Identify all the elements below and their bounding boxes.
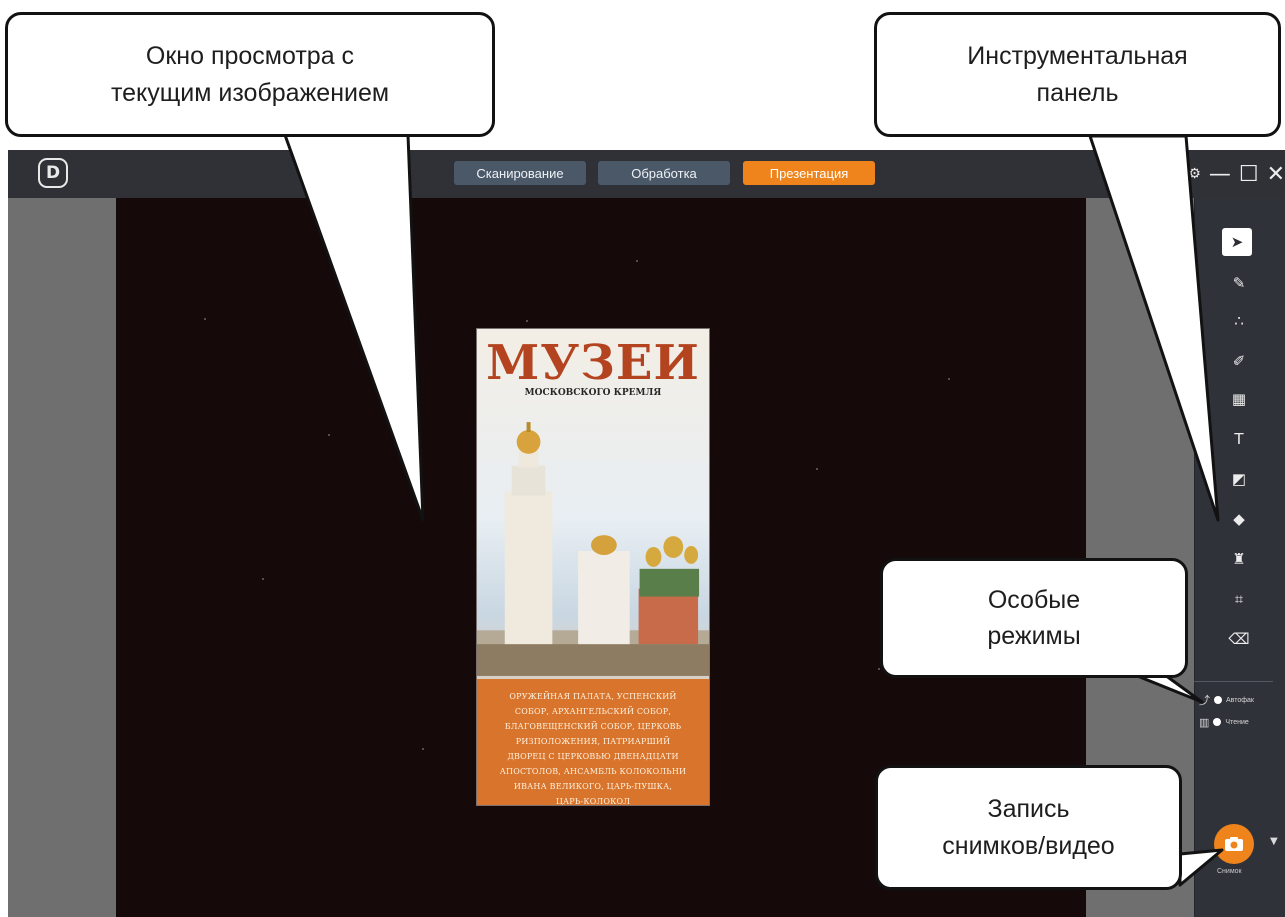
- titlebar: D Сканирование Обработка Презентация ⚙ —…: [8, 150, 1285, 198]
- description-line: АПОСТОЛОВ, АНСАМБЛЬ КОЛОКОЛЬНИ: [499, 767, 687, 776]
- clear-icon[interactable]: ⌫: [1222, 624, 1256, 654]
- callout-toolbar: Инструментальная панель: [874, 12, 1281, 137]
- callout-capture: Запись снимков/видео: [875, 765, 1182, 890]
- description-line: ОРУЖЕЙНАЯ ПАЛАТА, УСПЕНСКИЙ: [509, 692, 677, 701]
- minimize-icon[interactable]: —: [1209, 162, 1231, 187]
- kremlin-illustration: [477, 422, 709, 676]
- mosaic-icon[interactable]: ▦: [1222, 384, 1256, 414]
- document-subtitle: МОСКОВСКОГО КРЕМЛЯ: [524, 388, 662, 398]
- mode-label: Чтение: [1225, 718, 1249, 726]
- description-line: ДВОРЕЦ С ЦЕРКОВЬЮ ДВЕНАДЦАТИ: [507, 752, 679, 761]
- mode-reading[interactable]: ▥ Чтение: [1199, 714, 1249, 730]
- description-line: СОБОР, АРХАНГЕЛЬСКИЙ СОБОР,: [514, 707, 672, 716]
- toggle-indicator[interactable]: [1214, 696, 1222, 704]
- pointer-icon[interactable]: ➤: [1222, 228, 1252, 256]
- mode-label: Автофак: [1226, 696, 1254, 704]
- description-line: ЦАРЬ-КОЛОКОЛ: [555, 797, 631, 806]
- current-image: МУЗЕИ МОСКОВСКОГО КРЕМЛЯ ОРУЖЕЙНАЯ ПАЛАТ…: [476, 328, 710, 806]
- tab-scanning[interactable]: Сканирование: [454, 161, 586, 185]
- description-line: БЛАГОВЕЩЕНСКИЙ СОБОР, ЦЕРКОВЬ: [504, 722, 682, 731]
- callout-viewer: Окно просмотра с текущим изображением: [5, 12, 495, 137]
- document-title: МУЗЕИ: [486, 335, 700, 391]
- reading-icon: ▥: [1199, 716, 1210, 729]
- stamp-icon[interactable]: ♜: [1222, 544, 1256, 574]
- camera-icon: [1225, 837, 1243, 851]
- tab-presentation[interactable]: Презентация: [743, 161, 875, 185]
- app-logo: D: [38, 158, 68, 188]
- eraser-icon[interactable]: ◆: [1222, 504, 1256, 534]
- highlighter-icon[interactable]: ✐: [1222, 346, 1256, 376]
- description-line: РИЗПОЛОЖЕНИЯ, ПАТРИАРШИЙ: [515, 737, 671, 746]
- crop-icon[interactable]: ⌗: [1222, 584, 1256, 614]
- window-controls: ⚙ — ☐ ✕: [1188, 159, 1285, 189]
- settings-icon[interactable]: ⚙: [1188, 166, 1201, 182]
- laser-pointer-icon[interactable]: ∴: [1222, 306, 1256, 336]
- auto-icon: ⤴: [1199, 695, 1210, 707]
- capture-button[interactable]: [1214, 824, 1254, 864]
- document-description: ОРУЖЕЙНАЯ ПАЛАТА, УСПЕНСКИЙ СОБОР, АРХАН…: [477, 679, 709, 806]
- close-icon[interactable]: ✕: [1267, 162, 1285, 187]
- callout-modes: Особые режимы: [880, 558, 1188, 678]
- toolbar-divider: [1194, 681, 1273, 682]
- chevron-down-icon[interactable]: ▼: [1270, 836, 1278, 847]
- tab-processing[interactable]: Обработка: [598, 161, 730, 185]
- text-icon[interactable]: T: [1222, 424, 1256, 454]
- capture-label: Снимок: [1217, 868, 1242, 875]
- shape-icon[interactable]: ◩: [1222, 464, 1256, 494]
- maximize-icon[interactable]: ☐: [1239, 162, 1259, 187]
- mode-autoshot[interactable]: ⤴ Автофак: [1199, 692, 1254, 708]
- pen-icon[interactable]: ✎: [1222, 268, 1256, 298]
- description-line: ИВАНА ВЕЛИКОГО, ЦАРЬ-ПУШКА,: [513, 782, 673, 791]
- toggle-indicator[interactable]: [1213, 718, 1222, 726]
